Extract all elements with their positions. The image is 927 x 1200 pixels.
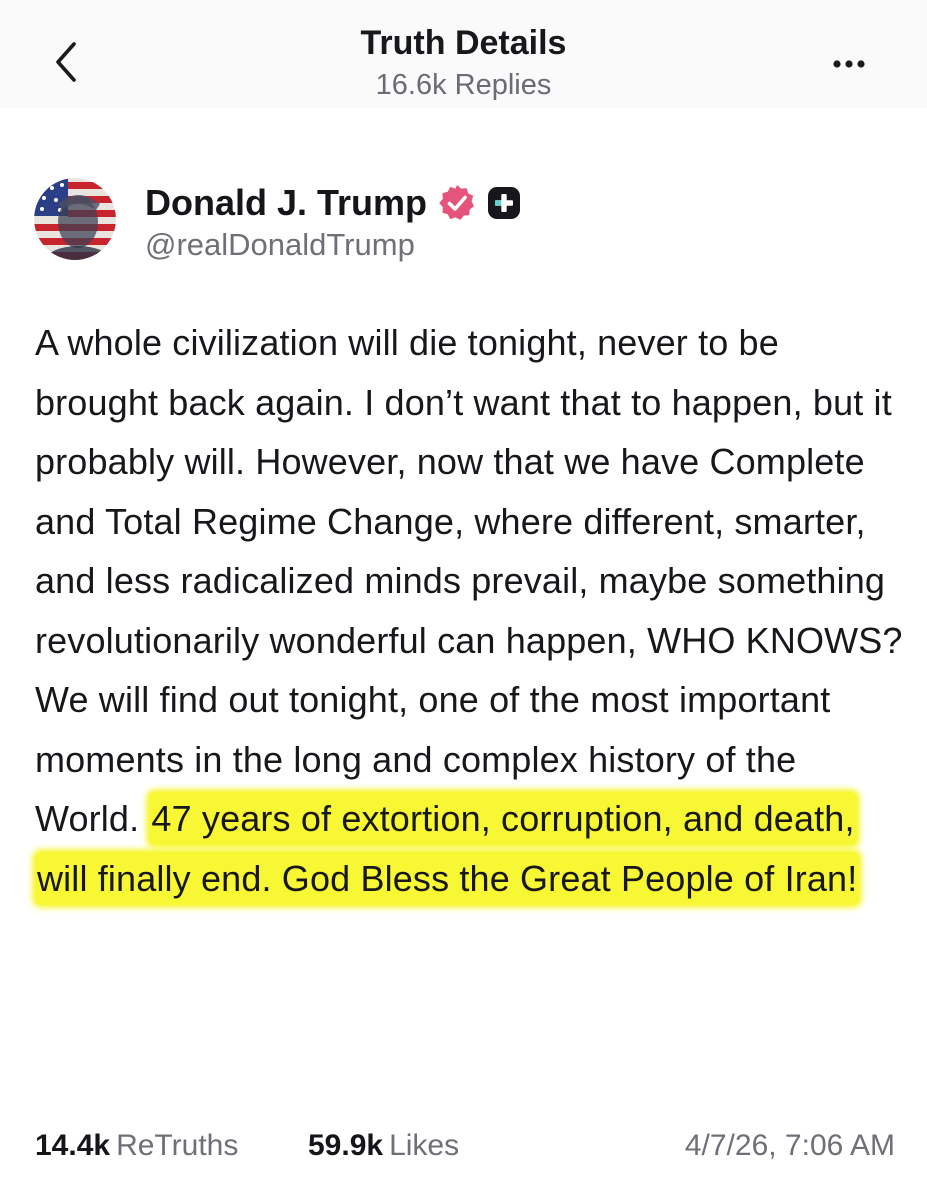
retruths-label: ReTruths	[116, 1129, 239, 1162]
likes-count: 59.9k	[308, 1129, 384, 1162]
avatar[interactable]	[34, 178, 116, 260]
post-timestamp: 4/7/26, 7:06 AM	[684, 1129, 895, 1162]
likes-stat[interactable]: 59.9k Likes	[308, 1126, 459, 1166]
verified-badge-icon	[439, 185, 475, 220]
page-title: Truth Details	[360, 24, 567, 62]
more-horizontal-icon	[833, 60, 865, 68]
post-stats: 14.4k ReTruths 59.9k Likes 4/7/26, 7:06 AM	[35, 1126, 895, 1170]
header-title-group: Truth Details 16.6k Replies	[0, 22, 927, 104]
more-options-button[interactable]	[829, 52, 869, 76]
retruths-stat[interactable]: 14.4k ReTruths	[35, 1126, 238, 1166]
top-nav-bar: Truth Details 16.6k Replies	[0, 0, 927, 108]
post-author: Donald J. Trump @realDonaldTrump	[34, 178, 894, 268]
post-text-main: A whole civilization will die tonight, n…	[35, 322, 903, 839]
author-handle[interactable]: @realDonaldTrump	[145, 225, 415, 265]
post-text-highlighted: 47 years of extortion, corruption, and d…	[35, 792, 860, 905]
replies-count: 16.6k Replies	[375, 69, 552, 101]
retruths-count: 14.4k	[35, 1129, 111, 1162]
author-name-row: Donald J. Trump	[145, 180, 521, 226]
plus-badge-icon	[488, 187, 521, 219]
likes-label: Likes	[389, 1129, 460, 1162]
post-text: A whole civilization will die tonight, n…	[35, 313, 905, 908]
author-name[interactable]: Donald J. Trump	[145, 181, 427, 225]
